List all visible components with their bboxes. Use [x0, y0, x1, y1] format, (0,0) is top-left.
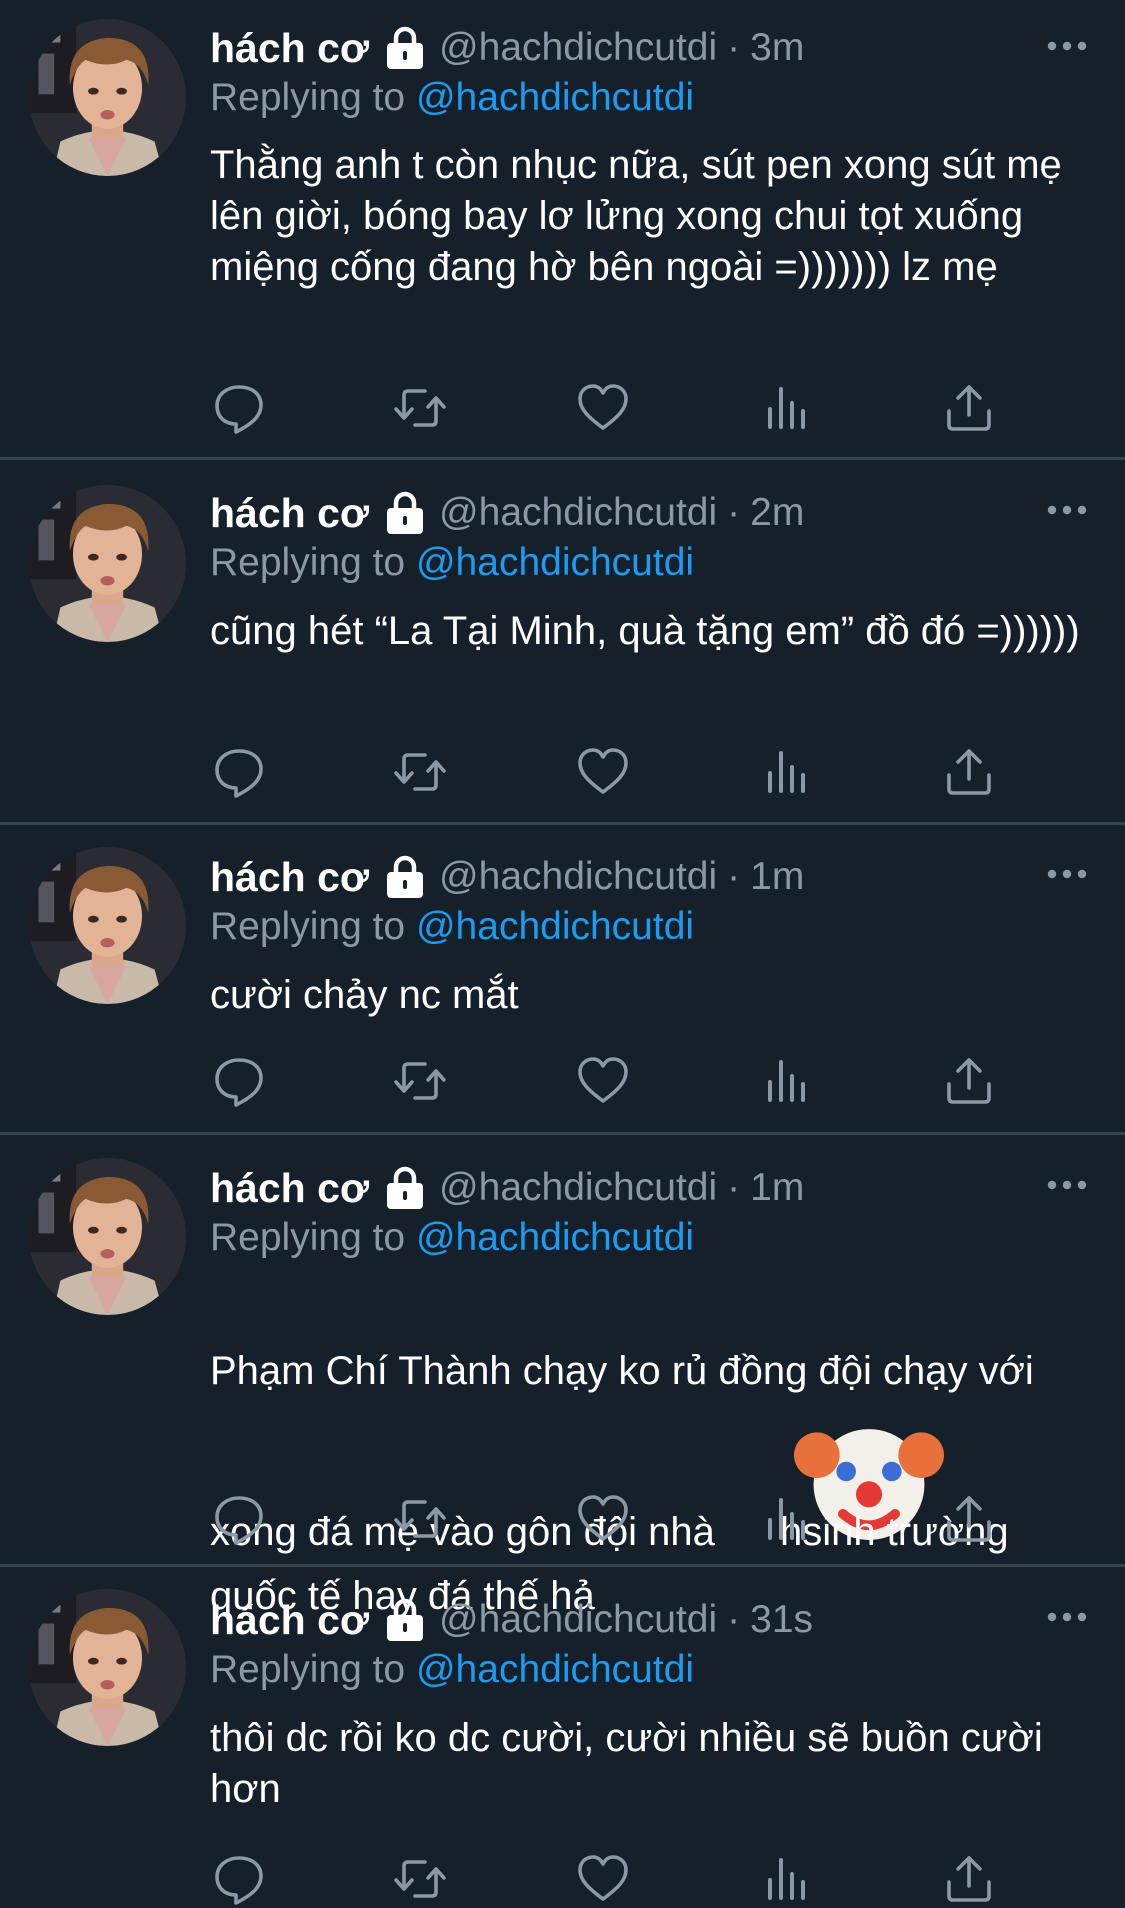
- share-icon[interactable]: [942, 745, 996, 799]
- tweet-timestamp[interactable]: 1m: [750, 1166, 804, 1210]
- lock-icon: [385, 855, 425, 899]
- display-name[interactable]: hách cơ: [210, 1165, 369, 1212]
- retweet-icon[interactable]: [393, 1852, 447, 1906]
- avatar[interactable]: [29, 19, 186, 176]
- tweet-timestamp[interactable]: 1m: [750, 855, 804, 899]
- user-handle[interactable]: @hachdichcutdi: [439, 491, 717, 535]
- user-handle[interactable]: @hachdichcutdi: [439, 26, 717, 70]
- tweet-text: thôi dc rồi ko dc cười, cười nhiều sẽ bu…: [210, 1716, 1043, 1811]
- tweet-actions: [210, 381, 1010, 437]
- replying-to: Replying to @hachdichcutdi: [210, 1648, 694, 1692]
- more-options-icon[interactable]: [1045, 26, 1089, 66]
- reply-icon[interactable]: [212, 745, 266, 799]
- user-handle[interactable]: @hachdichcutdi: [439, 855, 717, 899]
- reply-icon[interactable]: [212, 1054, 266, 1108]
- share-icon[interactable]: [942, 381, 996, 435]
- tweet[interactable]: hách cơ @hachdichcutdi · 3m Replying to …: [0, 0, 1125, 460]
- tweet-actions: [210, 1852, 1010, 1908]
- more-options-icon[interactable]: [1045, 1165, 1089, 1205]
- retweet-icon[interactable]: [393, 381, 447, 435]
- more-options-icon[interactable]: [1045, 854, 1089, 894]
- analytics-icon[interactable]: [760, 745, 814, 799]
- analytics-icon[interactable]: [760, 1492, 814, 1546]
- replying-to: Replying to @hachdichcutdi: [210, 1216, 694, 1260]
- replying-to-label: Replying to: [210, 1648, 406, 1691]
- reply-icon[interactable]: [212, 1852, 266, 1906]
- heart-icon[interactable]: [576, 1054, 630, 1108]
- replying-to: Replying to @hachdichcutdi: [210, 905, 694, 949]
- reply-to-handle-link[interactable]: @hachdichcutdi: [416, 1216, 694, 1259]
- tweet[interactable]: hách cơ @hachdichcutdi · 1m Replying to …: [0, 825, 1125, 1135]
- tweet-timestamp[interactable]: 2m: [750, 491, 804, 535]
- share-icon[interactable]: [942, 1852, 996, 1906]
- tweet-timestamp[interactable]: 31s: [750, 1598, 813, 1642]
- separator-dot: ·: [727, 1166, 741, 1209]
- user-handle[interactable]: @hachdichcutdi: [439, 1166, 717, 1210]
- analytics-icon[interactable]: [760, 1054, 814, 1108]
- replying-to-label: Replying to: [210, 1216, 406, 1259]
- lock-icon: [385, 491, 425, 535]
- heart-icon[interactable]: [576, 1852, 630, 1906]
- more-options-icon[interactable]: [1045, 1597, 1089, 1637]
- tweet-actions: [210, 745, 1010, 801]
- avatar[interactable]: [29, 485, 186, 642]
- lock-icon: [385, 1166, 425, 1210]
- reply-icon[interactable]: [212, 1492, 266, 1546]
- reply-to-handle-link[interactable]: @hachdichcutdi: [416, 905, 694, 948]
- retweet-icon[interactable]: [393, 1492, 447, 1546]
- replying-to-label: Replying to: [210, 905, 406, 948]
- tweet[interactable]: hách cơ @hachdichcutdi · 1m Replying to …: [0, 1135, 1125, 1618]
- tweet-text: cũng hét “La Tại Minh, quà tặng em” đồ đ…: [210, 609, 1080, 653]
- tweet-text: Thằng anh t còn nhục nữa, sút pen xong s…: [210, 143, 1062, 289]
- replying-to: Replying to @hachdichcutdi: [210, 541, 694, 585]
- tweet-text: cười chảy nc mắt: [210, 973, 519, 1017]
- retweet-icon[interactable]: [393, 1054, 447, 1108]
- reply-icon[interactable]: [212, 381, 266, 435]
- avatar[interactable]: [29, 1589, 186, 1746]
- reply-to-handle-link[interactable]: @hachdichcutdi: [416, 76, 694, 119]
- tweet-actions: [210, 1492, 1010, 1548]
- separator-dot: ·: [727, 855, 741, 898]
- replying-to: Replying to @hachdichcutdi: [210, 76, 694, 120]
- heart-icon[interactable]: [576, 381, 630, 435]
- tweet-actions: [210, 1054, 1010, 1110]
- lock-icon: [385, 1598, 425, 1642]
- replying-to-label: Replying to: [210, 76, 406, 119]
- clown-face-emoji: [719, 1403, 765, 1449]
- tweet-timestamp[interactable]: 3m: [750, 26, 804, 70]
- separator-dot: ·: [727, 491, 741, 534]
- display-name[interactable]: hách cơ: [210, 490, 369, 537]
- display-name[interactable]: hách cơ: [210, 25, 369, 72]
- heart-icon[interactable]: [576, 1492, 630, 1546]
- heart-icon[interactable]: [576, 745, 630, 799]
- user-handle[interactable]: @hachdichcutdi: [439, 1598, 717, 1642]
- replying-to-label: Replying to: [210, 541, 406, 584]
- tweet[interactable]: hách cơ @hachdichcutdi · 31s Replying to…: [0, 1567, 1125, 1874]
- display-name[interactable]: hách cơ: [210, 854, 369, 901]
- analytics-icon[interactable]: [760, 1852, 814, 1906]
- reply-to-handle-link[interactable]: @hachdichcutdi: [416, 1648, 694, 1691]
- reply-to-handle-link[interactable]: @hachdichcutdi: [416, 541, 694, 584]
- retweet-icon[interactable]: [393, 745, 447, 799]
- avatar[interactable]: [29, 847, 186, 1004]
- more-options-icon[interactable]: [1045, 490, 1089, 530]
- avatar[interactable]: [29, 1158, 186, 1315]
- display-name[interactable]: hách cơ: [210, 1597, 369, 1644]
- analytics-icon[interactable]: [760, 381, 814, 435]
- separator-dot: ·: [727, 26, 741, 69]
- share-icon[interactable]: [942, 1492, 996, 1546]
- share-icon[interactable]: [942, 1054, 996, 1108]
- separator-dot: ·: [727, 1598, 741, 1641]
- tweet[interactable]: hách cơ @hachdichcutdi · 2m Replying to …: [0, 460, 1125, 825]
- lock-icon: [385, 26, 425, 70]
